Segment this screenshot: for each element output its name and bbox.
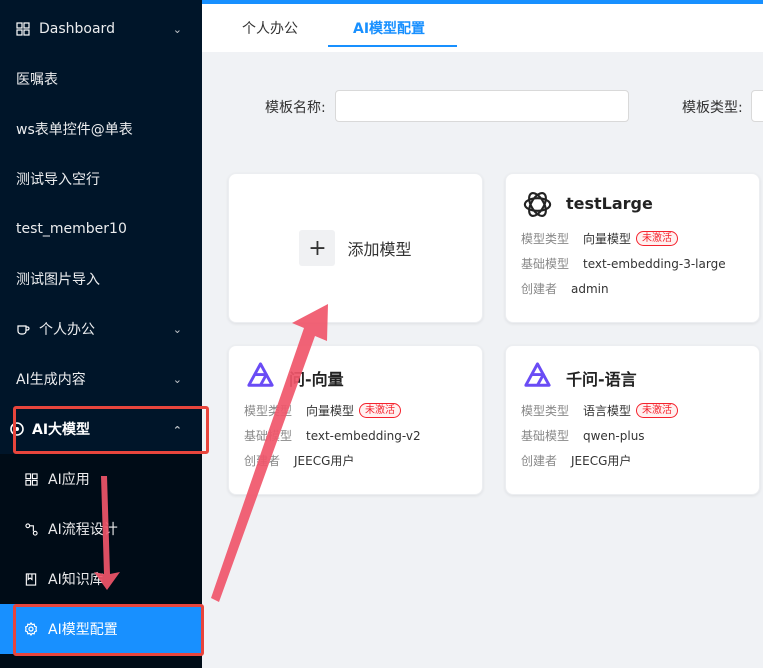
sidebar-item-label: AI流程设计 <box>48 522 118 538</box>
sidebar: Dashboard ⌄ 医嘱表 ws表单控件@单表 测试导入空行 test_me… <box>0 0 202 668</box>
sidebar-item-ai-content[interactable]: AI生成内容 ⌄ <box>0 354 202 404</box>
chevron-down-icon: ⌄ <box>172 322 182 336</box>
template-type-label: 模板类型: <box>682 100 743 116</box>
creator-row: 创建者 JEECG用户 <box>244 452 354 469</box>
field-key: 模型类型 <box>521 232 570 246</box>
template-name-label: 模板名称: <box>265 100 326 116</box>
field-key: 模型类型 <box>244 404 293 418</box>
sidebar-item-label: 医嘱表 <box>16 72 58 88</box>
sidebar-item-label: ws表单控件@单表 <box>16 122 133 138</box>
status-badge: 未激活 <box>636 231 679 246</box>
sidebar-item-label: Dashboard <box>39 21 115 37</box>
status-badge: 未激活 <box>636 403 679 418</box>
model-name: 千问-语言 <box>566 370 637 389</box>
model-type-row: 模型类型 语言模型 未激活 <box>521 402 679 419</box>
flow-icon <box>24 522 38 536</box>
add-model-card[interactable]: + 添加模型 <box>228 173 483 323</box>
grid-icon <box>16 22 30 36</box>
sidebar-item-test-member10[interactable]: test_member10 <box>0 204 202 254</box>
base-model-row: 基础模型 qwen-plus <box>521 427 645 444</box>
tab-label: AI模型配置 <box>353 21 426 37</box>
add-model-label: 添加模型 <box>347 240 412 259</box>
sidebar-item-label: AI生成内容 <box>16 372 86 388</box>
field-key: 模型类型 <box>521 404 570 418</box>
sidebar-item-ai-app[interactable]: AI应用 <box>0 454 202 504</box>
field-key: 基础模型 <box>521 429 570 443</box>
base-model-row: 基础模型 text-embedding-3-large <box>521 255 726 272</box>
sidebar-item-personal-office[interactable]: 个人办公 ⌄ <box>0 304 202 354</box>
sidebar-item-label: AI知识库 <box>48 572 104 588</box>
base-model-value: text-embedding-3-large <box>583 256 726 271</box>
highlight-box-ai-large-model <box>13 406 209 454</box>
model-name: 问-向量 <box>289 370 344 389</box>
sidebar-item-label: test_member10 <box>16 221 127 237</box>
model-name: testLarge <box>566 194 653 213</box>
openai-logo-icon <box>523 192 552 217</box>
template-type-select[interactable] <box>751 90 763 122</box>
creator-value: JEECG用户 <box>294 454 355 468</box>
coffee-icon <box>16 322 30 336</box>
sidebar-item-label: AI应用 <box>48 472 90 488</box>
tab-label: 个人办公 <box>242 21 298 37</box>
model-card[interactable]: 问-向量 模型类型 向量模型 未激活 基础模型 text-embedding-v… <box>228 345 483 495</box>
sidebar-item-ws-form[interactable]: ws表单控件@单表 <box>0 104 202 154</box>
field-key: 创建者 <box>521 282 558 296</box>
sidebar-item-label: 测试图片导入 <box>16 272 100 288</box>
appstore-icon <box>24 472 38 486</box>
creator-value: JEECG用户 <box>571 454 632 468</box>
chevron-down-icon: ⌄ <box>172 22 182 36</box>
sidebar-item-import-empty-row[interactable]: 测试导入空行 <box>0 154 202 204</box>
tab-personal-office[interactable]: 个人办公 <box>242 4 298 52</box>
plus-icon: + <box>299 230 336 266</box>
sidebar-item-ai-knowledge[interactable]: AI知识库 <box>0 554 202 604</box>
field-key: 基础模型 <box>521 257 570 271</box>
field-key: 基础模型 <box>244 429 293 443</box>
qwen-logo-icon <box>247 362 274 387</box>
model-card[interactable]: 千问-语言 模型类型 语言模型 未激活 基础模型 qwen-plus 创建者 J… <box>505 345 760 495</box>
field-key: 创建者 <box>244 454 281 468</box>
model-type-row: 模型类型 向量模型 未激活 <box>244 402 402 419</box>
sidebar-item-dashboard[interactable]: Dashboard ⌄ <box>0 4 202 54</box>
template-name-input[interactable] <box>335 90 629 122</box>
highlight-box-ai-model-config <box>13 604 204 656</box>
sidebar-item-yizhubiao[interactable]: 医嘱表 <box>0 54 202 104</box>
model-type-value: 向量模型 <box>306 404 355 418</box>
base-model-row: 基础模型 text-embedding-v2 <box>244 427 421 444</box>
creator-value: admin <box>571 281 609 296</box>
qwen-logo-icon <box>524 362 551 387</box>
sidebar-item-ai-flow[interactable]: AI流程设计 <box>0 504 202 554</box>
book-icon <box>24 572 38 586</box>
sidebar-item-label: 测试导入空行 <box>16 172 100 188</box>
creator-row: 创建者 admin <box>521 280 609 297</box>
model-type-row: 模型类型 向量模型 未激活 <box>521 230 679 247</box>
sidebar-item-label: 个人办公 <box>39 322 95 338</box>
creator-row: 创建者 JEECG用户 <box>521 452 631 469</box>
tab-bar: 个人办公 AI模型配置 <box>202 4 763 52</box>
field-key: 创建者 <box>521 454 558 468</box>
sidebar-item-image-import[interactable]: 测试图片导入 <box>0 254 202 304</box>
base-model-value: text-embedding-v2 <box>306 428 421 443</box>
model-card[interactable]: testLarge 模型类型 向量模型 未激活 基础模型 text-embedd… <box>505 173 760 323</box>
base-model-value: qwen-plus <box>583 428 645 443</box>
model-type-value: 语言模型 <box>583 404 632 418</box>
active-tab-indicator <box>328 45 457 47</box>
chevron-down-icon: ⌄ <box>172 372 182 386</box>
status-badge: 未激活 <box>359 403 402 418</box>
model-type-value: 向量模型 <box>583 232 632 246</box>
